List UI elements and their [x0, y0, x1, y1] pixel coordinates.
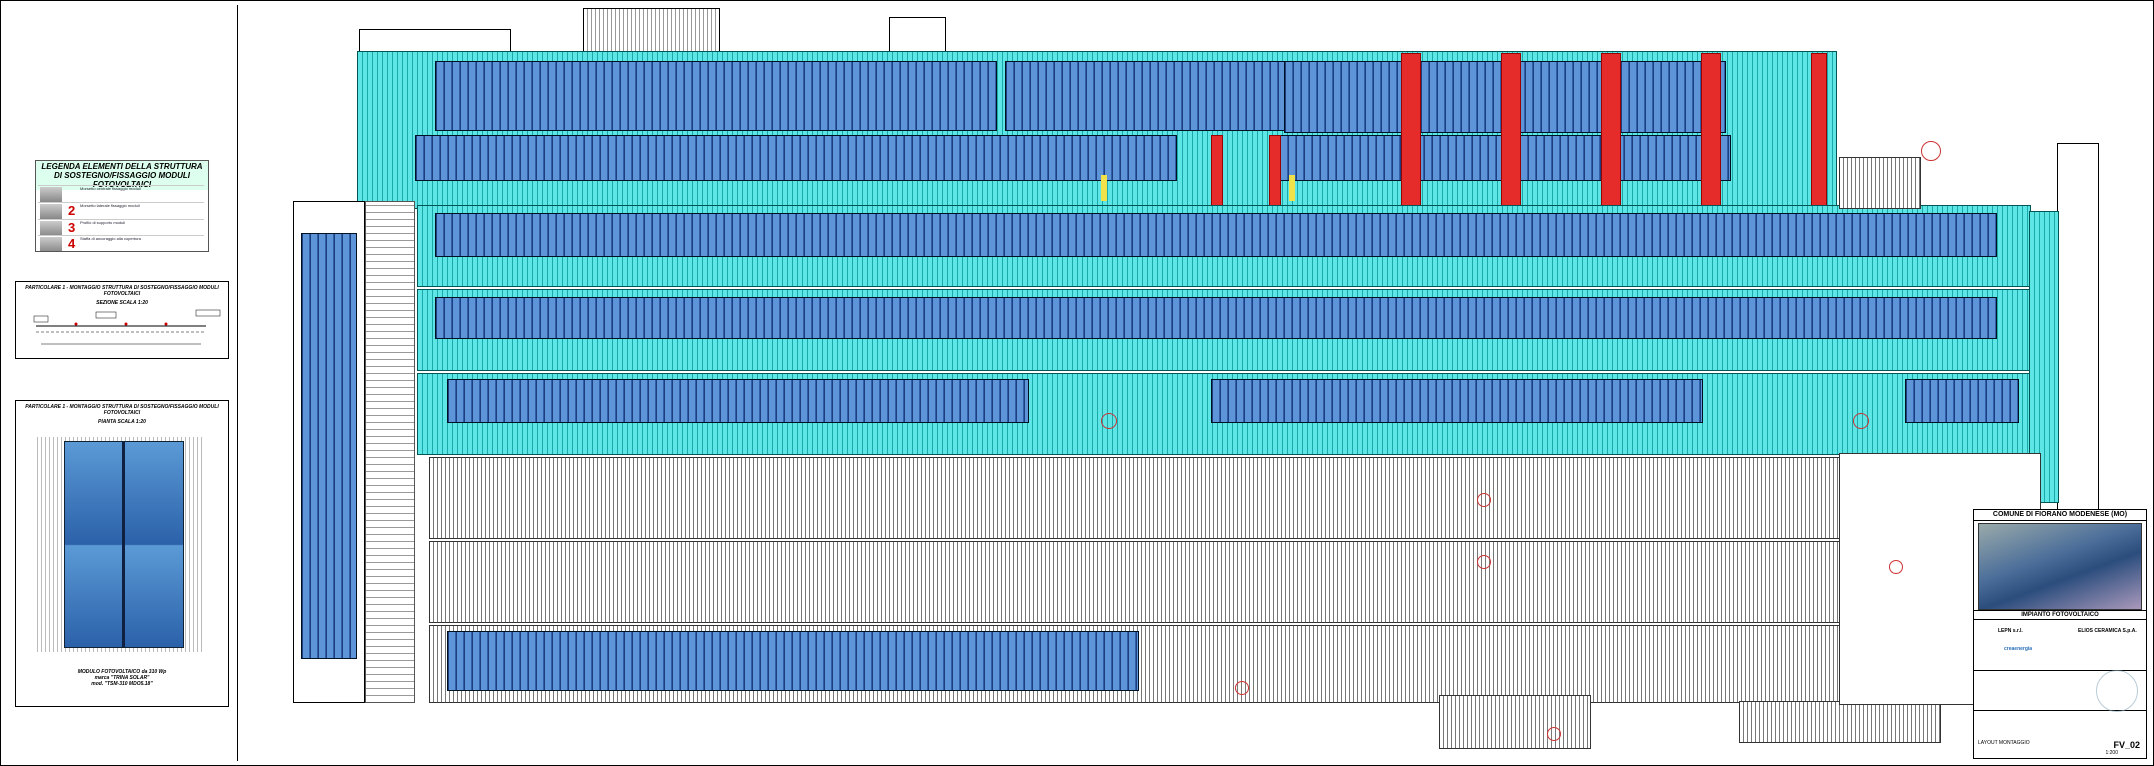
detail-title: PARTICOLARE 1 - MONTAGGIO STRUTTURA DI S…	[25, 285, 219, 297]
legend-item: 4 Staffa di ancoraggio alla copertura	[38, 235, 204, 251]
roof-section	[1439, 695, 1591, 749]
legend-number: 2	[68, 203, 76, 218]
pv-array	[1211, 379, 1703, 423]
pv-array	[301, 233, 357, 659]
site-photo	[1978, 523, 2142, 610]
legend-box: LEGENDA ELEMENTI DELLA STRUTTURA DI SOST…	[35, 160, 209, 252]
highlight-marker	[1101, 175, 1107, 201]
legend-item: 2 Morsetto laterale fissaggio moduli	[38, 202, 204, 220]
module-plan	[64, 441, 184, 648]
legend-text: Morsetto centrale fissaggio moduli	[80, 186, 141, 191]
roof-plan	[239, 5, 2151, 761]
building-outline	[583, 8, 720, 53]
pv-array	[447, 631, 1139, 691]
pv-array	[415, 135, 1177, 181]
legend-column: LEGENDA ELEMENTI DELLA STRUTTURA DI SOST…	[5, 5, 238, 761]
legend-text: Profilo di supporto moduli	[80, 220, 126, 225]
skylight-circle	[1101, 413, 1117, 429]
profile-image	[40, 221, 62, 236]
skylight-circle	[1889, 560, 1903, 574]
roof-section	[365, 201, 415, 703]
drawing-title: LAYOUT MONTAGGIO	[1978, 740, 2030, 746]
bracket-image	[40, 237, 62, 251]
legend-item: Morsetto centrale fissaggio moduli	[38, 185, 204, 203]
brand-logo: creaenergia	[2004, 646, 2033, 652]
structure-beam	[1269, 135, 1281, 207]
legend-text: Morsetto laterale fissaggio moduli	[80, 203, 140, 208]
skylight-circle	[1921, 141, 1941, 161]
structure-beam	[1601, 53, 1621, 207]
pv-array	[435, 61, 997, 131]
structure-beam	[1701, 53, 1721, 207]
skylight-circle	[1547, 727, 1561, 741]
building-outline	[889, 17, 946, 53]
skylight-circle	[1477, 555, 1491, 569]
pv-array	[435, 297, 1997, 339]
municipality-label: COMUNE DI FIORANO MODENESE (MO)	[1974, 510, 2146, 521]
pv-array	[447, 379, 1029, 423]
skylight-circle	[1235, 681, 1249, 695]
roof-section	[1839, 157, 1921, 209]
detail-title: PARTICOLARE 1 - MONTAGGIO STRUTTURA DI S…	[25, 404, 219, 416]
building-outline	[2057, 143, 2099, 515]
structure-beam	[1811, 53, 1827, 207]
title-block: COMUNE DI FIORANO MODENESE (MO) IMPIANTO…	[1973, 509, 2147, 759]
detail-section: PARTICOLARE 1 - MONTAGGIO STRUTTURA DI S…	[15, 281, 229, 359]
structure-beam	[1501, 53, 1521, 207]
client-name: ELIOS CERAMICA S.p.A.	[2078, 628, 2137, 634]
detail-scale: PIANTA SCALA 1:20	[98, 419, 146, 425]
structure-beam	[1401, 53, 1421, 207]
pv-array	[435, 213, 1997, 257]
building-outline	[359, 29, 511, 53]
roof-section	[429, 541, 1841, 623]
stamp-seal	[2096, 670, 2138, 712]
project-title: IMPIANTO FOTOVOLTAICO	[1974, 610, 2146, 620]
clamp-image	[40, 187, 62, 202]
roof-section	[429, 457, 1841, 539]
roof-section	[1739, 701, 1941, 743]
module-caption: mod. "TSM-310 MDO5.18"	[91, 681, 153, 687]
section-drawing	[33, 309, 221, 345]
pv-array	[1905, 379, 2019, 423]
highlight-marker	[1289, 175, 1295, 201]
designer-name: LEPN s.r.l.	[1998, 628, 2023, 634]
skylight-circle	[1853, 413, 1869, 429]
drawing-sheet: LEGENDA ELEMENTI DELLA STRUTTURA DI SOST…	[0, 0, 2154, 766]
legend-number: 4	[68, 236, 76, 251]
structure-beam	[1211, 135, 1223, 207]
legend-number: 3	[68, 220, 76, 235]
drawing-scale: 1:200	[2105, 750, 2118, 756]
clamp-image	[40, 204, 62, 219]
drawing-code: FV_02	[2113, 740, 2140, 750]
legend-text: Staffa di ancoraggio alla copertura	[80, 236, 141, 241]
detail-section: PARTICOLARE 1 - MONTAGGIO STRUTTURA DI S…	[15, 400, 229, 707]
skylight-circle	[1477, 493, 1491, 507]
